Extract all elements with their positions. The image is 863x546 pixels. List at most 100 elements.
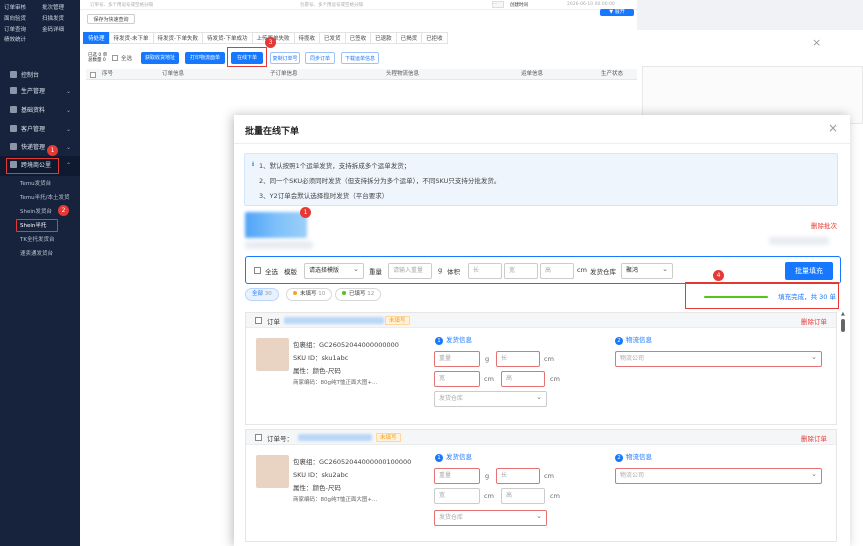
modal-scrollbar[interactable]: ▲ [840, 310, 846, 546]
print-label-button[interactable]: 打印物流面单 [185, 52, 225, 64]
weight-input[interactable]: 重量 [434, 351, 480, 367]
bulk-length-input[interactable]: 长 [468, 263, 502, 279]
step-number: 1 [435, 454, 443, 462]
warehouse-select[interactable]: 发货仓库 [434, 509, 547, 526]
dashboard-icon [10, 71, 17, 78]
tab-pickup[interactable]: 待揽收 [293, 32, 321, 44]
logistics-company-select[interactable]: 物流公司 [615, 467, 822, 484]
filter-filled[interactable]: 已填写 12 [335, 288, 382, 301]
delete-order-link[interactable]: 删除订单 [801, 316, 827, 326]
selection-summary: 已选 0 单 总数量 0 [88, 53, 107, 63]
expand-filter-button[interactable]: ▼ 展开 [600, 9, 634, 16]
quick-link-order-review[interactable]: 订单审核 [4, 3, 26, 11]
weight-unit: g [485, 355, 490, 363]
warehouse-select[interactable]: 发货仓库 [434, 390, 547, 407]
delete-batch-link[interactable]: 删除批次 [811, 220, 837, 230]
shipping-info-title: 1 发货信息 [435, 451, 472, 462]
scroll-up-icon[interactable]: ▲ [841, 311, 845, 317]
sidebar-sub-tk[interactable]: TK全托发货台 [0, 233, 80, 247]
search-bar: 订单号、多个用逗号或空格分隔 包裹号、多个用逗号或空格分隔 ··· 创建时间 2… [80, 0, 637, 10]
redacted-order-number [284, 317, 384, 324]
bulk-select-all-checkbox[interactable] [254, 267, 261, 274]
close-icon[interactable]: × [812, 36, 821, 49]
quick-link-inspect[interactable]: 面向验货 [4, 14, 26, 22]
sidebar-menu-express[interactable]: 快递管理 ⌄ [0, 138, 80, 158]
download-waybill-button[interactable]: 下载运单信息 [341, 52, 379, 64]
weight-input[interactable]: 重量 [434, 468, 480, 484]
tab-shipped[interactable]: 已发货 [319, 32, 346, 44]
tab-signed[interactable]: 已签收 [344, 32, 372, 44]
tab-order-success[interactable]: 待发货-下单成功 [202, 32, 253, 44]
length-input[interactable]: 长 [496, 468, 540, 484]
tab-unordered[interactable]: 待发货-未下单 [108, 32, 154, 44]
sidebar-sub-temu[interactable]: Temu发货台 [0, 177, 80, 191]
tab-rejected[interactable]: 已拒收 [421, 32, 448, 44]
template-select[interactable]: 请选择模版 [304, 262, 364, 279]
tab-pending[interactable]: 待处理 [83, 32, 110, 44]
quick-link-batch[interactable]: 批次管理 [42, 3, 64, 11]
filter-label: 已填写 [349, 291, 366, 297]
save-quick-query-button[interactable]: 保存为快速查询 [87, 14, 135, 24]
bulk-height-input[interactable]: 高 [540, 263, 574, 279]
sidebar-sub-aliexpress[interactable]: 速卖通发货台 [0, 247, 80, 261]
sidebar-sub-shein-semi[interactable]: Shein半托 [0, 219, 80, 233]
quick-link-stats[interactable]: 绩效统计 [4, 35, 26, 43]
column-sub-order: 子订单信息 [270, 71, 298, 77]
package-no-input[interactable]: 包裹号、多个用逗号或空格分隔 [300, 2, 363, 8]
delete-order-link[interactable]: 删除订单 [801, 433, 827, 443]
merchant-code: 商家编码：80g纯T恤正面大图+... [293, 497, 378, 503]
tab-cancelled[interactable]: 已揭货 [395, 32, 423, 44]
step-number: 2 [615, 337, 623, 345]
length-input[interactable]: 长 [496, 351, 540, 367]
truck-icon [10, 143, 17, 150]
template-label: 模版 [284, 268, 297, 276]
bulk-weight-input[interactable]: 请输入重量 [388, 263, 432, 279]
tab-order-failed[interactable]: 待发货-下单失败 [152, 32, 204, 44]
height-input[interactable]: 高 [501, 371, 545, 387]
sidebar-menu-label: 快递管理 [21, 144, 46, 151]
batch-order-modal: 批量在线下单 × ℹ 1、默认按照1个运单发货，支持拆成多个运单发货； 2、同一… [234, 115, 850, 546]
quick-link-scan[interactable]: 扫描发货 [42, 14, 64, 22]
sidebar-menu-basic[interactable]: 基础资料 ⌄ [0, 101, 80, 121]
highlight-box [227, 47, 267, 67]
time-type-select[interactable]: 创建时间 [510, 2, 528, 8]
fill-progress: 填充完成，共 30 单 [685, 282, 839, 309]
section-title: 物流信息 [626, 336, 652, 344]
start-date-input[interactable]: 2026-06-10 00:00:00 [567, 2, 615, 7]
attribute-value: 颜色-尺码 [312, 484, 341, 492]
bulk-warehouse-select[interactable]: 聚鸿 [621, 262, 673, 279]
height-input[interactable]: 高 [501, 488, 545, 504]
bulk-fill-button[interactable]: 批量填充 [785, 262, 833, 280]
sync-orders-button[interactable]: 同步订单 [305, 52, 335, 64]
column-waybill: 运单信息 [521, 71, 544, 77]
sidebar-menu-crossborder[interactable]: 跨境商公里 ⌃ [0, 156, 80, 176]
close-icon[interactable]: × [828, 121, 838, 135]
more-button[interactable]: ··· [492, 1, 504, 8]
width-input[interactable]: 宽 [434, 371, 480, 387]
weight-unit: g [485, 472, 490, 480]
select-all-checkbox[interactable] [112, 55, 118, 61]
tab-refunded[interactable]: 已退款 [370, 32, 397, 44]
filter-all[interactable]: 全部 30 [245, 288, 279, 301]
filter-unfilled[interactable]: 未填写 10 [286, 288, 333, 301]
order-checkbox[interactable] [255, 317, 262, 324]
step-number: 2 [615, 454, 623, 462]
sidebar-sub-temu-semi[interactable]: Temu半托/本土发货 [0, 191, 80, 205]
sidebar-menu-production[interactable]: 生产管理 ⌄ [0, 82, 80, 102]
get-address-button[interactable]: 获取收货地址 [141, 52, 179, 64]
order-card: 订单号： 未填写 删除订单 包裹组：GC26052044000000100000… [245, 429, 837, 542]
package-group: 包裹组：GC26052044000000000 [293, 341, 399, 349]
chevron-down-icon: ⌄ [65, 107, 71, 114]
chevron-down-icon: ⌄ [65, 126, 71, 133]
notice-line-1: 1、默认按照1个运单发货，支持拆成多个运单发货； [259, 162, 411, 170]
copy-order-no-button[interactable]: 复制订单号 [270, 52, 300, 64]
scrollbar-thumb[interactable] [841, 319, 845, 332]
bulk-width-input[interactable]: 宽 [504, 263, 538, 279]
height-unit: cm [550, 492, 560, 500]
width-input[interactable]: 宽 [434, 488, 480, 504]
order-no-input[interactable]: 订单号、多个用逗号或空格分隔 [90, 2, 153, 8]
sidebar-menu-customer[interactable]: 客户管理 ⌄ [0, 120, 80, 140]
logistics-company-select[interactable]: 物流公司 [615, 350, 822, 367]
header-checkbox[interactable] [90, 72, 96, 78]
order-checkbox[interactable] [255, 434, 262, 441]
